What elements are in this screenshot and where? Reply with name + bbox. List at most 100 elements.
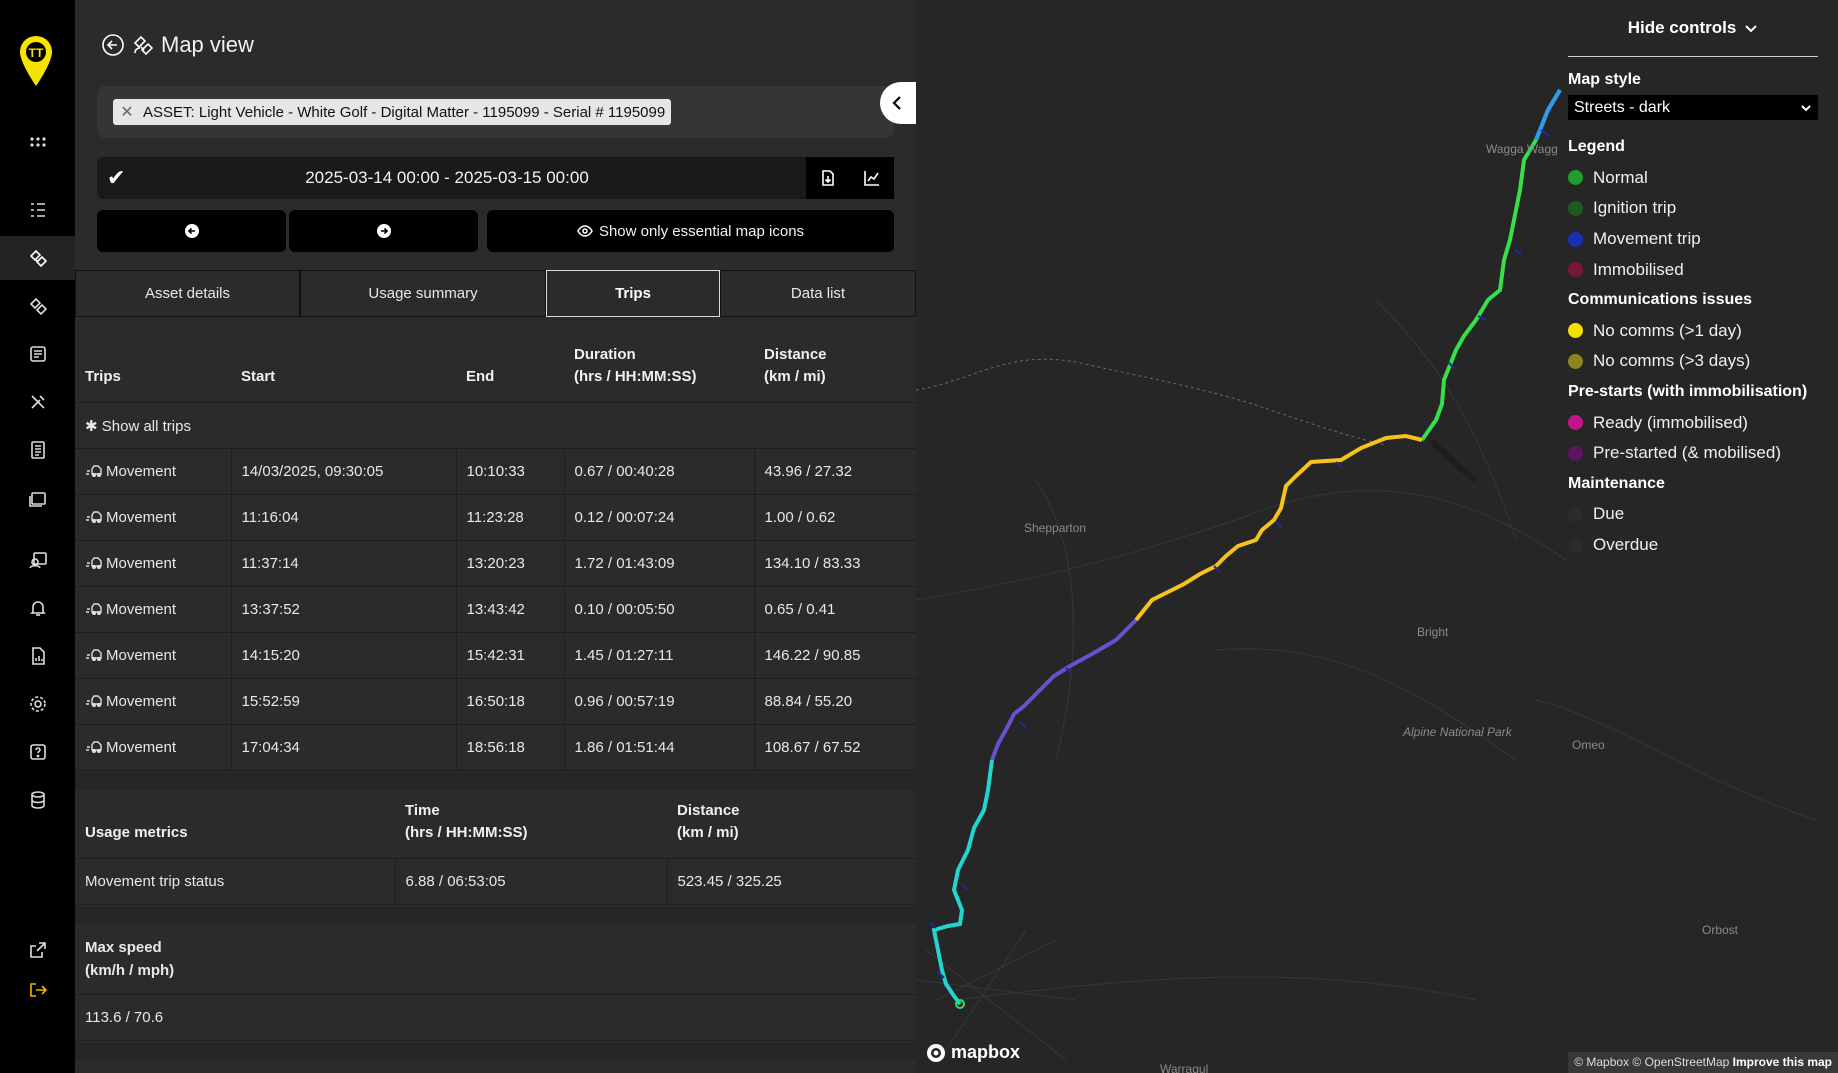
export-file-button[interactable]	[806, 157, 850, 199]
previous-period-button[interactable]	[97, 210, 286, 252]
date-range-bar[interactable]: ✔ 2025-03-14 00:00 - 2025-03-15 00:00	[97, 157, 894, 199]
external-link-icon[interactable]	[0, 928, 75, 972]
trip-start-cell: 15:52:59	[231, 678, 457, 725]
trip-distance-cell: 88.84 / 55.20	[754, 678, 916, 725]
chevron-left-icon	[892, 96, 901, 110]
trip-duration-cell: 1.86 / 01:51:44	[564, 724, 755, 771]
place-warragul: Warragul	[1160, 1062, 1209, 1073]
list-tree-icon[interactable]	[0, 188, 75, 232]
col-distance: Distance (km / mi)	[754, 334, 916, 403]
trip-distance-cell: 134.10 / 83.33	[754, 540, 916, 587]
tab-trips[interactable]: Trips	[546, 270, 720, 317]
legend-dot-icon	[1568, 262, 1583, 278]
tab-asset-details[interactable]: Asset details	[75, 270, 300, 317]
trip-end-cell: 16:50:18	[456, 678, 565, 725]
eye-icon	[577, 225, 593, 237]
col-usage-metrics: Usage metrics	[75, 790, 395, 859]
metrics-header-row: Usage metrics Time (hrs / HH:MM:SS) Dista…	[75, 790, 916, 859]
apps-grid-icon[interactable]	[0, 120, 75, 164]
date-range-value[interactable]: 2025-03-14 00:00 - 2025-03-15 00:00	[97, 168, 797, 188]
help-icon[interactable]	[0, 730, 75, 774]
col-end: End	[456, 334, 564, 403]
logout-icon[interactable]	[0, 968, 75, 1012]
section-divider	[75, 772, 916, 790]
table-row[interactable]: Movement 17:04:34 18:56:18 1.86 / 01:51:44 1…	[75, 724, 916, 771]
arrow-left-circle-icon[interactable]	[101, 33, 125, 57]
user-card-icon[interactable]	[0, 538, 75, 582]
database-icon[interactable]	[0, 778, 75, 822]
table-row[interactable]: Movement 11:16:04 11:23:28 0.12 / 00:07:24 1…	[75, 494, 916, 541]
map-controls: Hide controls Map style Streets - dark L…	[1568, 0, 1818, 560]
place-omeo: Omeo	[1572, 738, 1605, 752]
legend-dot-icon	[1568, 200, 1583, 216]
table-row[interactable]: Movement 15:52:59 16:50:18 0.96 / 00:57:19 8…	[75, 678, 916, 725]
report-icon[interactable]	[0, 634, 75, 678]
place-orbost: Orbost	[1702, 923, 1739, 937]
satellite-nav-icon[interactable]	[0, 284, 75, 328]
col-time: Time (hrs / HH:MM:SS)	[395, 790, 667, 859]
map-attribution: © Mapbox © OpenStreetMap Improve this ma…	[1568, 1052, 1838, 1073]
checklist-icon[interactable]	[0, 332, 75, 376]
place-bright: Bright	[1417, 625, 1449, 639]
gear-icon[interactable]	[0, 682, 75, 726]
tab-usage-summary[interactable]: Usage summary	[300, 270, 546, 317]
essential-icons-toggle[interactable]: Show only essential map icons	[487, 210, 894, 252]
remove-chip-icon[interactable]: ✕	[117, 102, 137, 122]
svg-text:TT: TT	[29, 46, 44, 60]
vehicle-movement-icon	[86, 649, 102, 661]
metric-label: Movement trip status	[75, 858, 396, 905]
tools-icon[interactable]	[0, 380, 75, 424]
vehicle-movement-icon	[86, 603, 102, 615]
trip-duration-cell: 0.12 / 00:07:24	[564, 494, 755, 541]
trip-type-cell: Movement	[75, 724, 232, 771]
map-canvas[interactable]: Wagga Wagg Shepparton Bright Alpine Nati…	[916, 0, 1838, 1073]
trip-duration-cell: 1.72 / 01:43:09	[564, 540, 755, 587]
trip-duration-cell: 0.67 / 00:40:28	[564, 448, 755, 495]
calendar-stack-icon[interactable]	[0, 476, 75, 520]
trip-duration-cell: 0.10 / 00:05:50	[564, 586, 755, 633]
essential-icons-label: Show only essential map icons	[598, 222, 805, 240]
col-metric-distance: Distance (km / mi)	[667, 790, 916, 859]
chart-button[interactable]	[850, 157, 894, 199]
document-list-icon[interactable]	[0, 428, 75, 472]
trip-start-cell: 11:16:04	[231, 494, 457, 541]
legend-dot-icon	[1568, 231, 1583, 247]
table-row: Movement trip status 6.88 / 06:53:05 523…	[75, 858, 916, 905]
arrow-right-circle-icon	[376, 224, 391, 238]
satellite-icon	[133, 35, 154, 56]
tab-data-list[interactable]: Data list	[720, 270, 916, 317]
legend-item: Ignition trip	[1568, 193, 1818, 224]
maintenance-legend-item: Due	[1568, 499, 1818, 530]
hide-controls-button[interactable]: Hide controls	[1568, 0, 1818, 57]
trip-end-cell: 13:20:23	[456, 540, 565, 587]
legend-dot-icon	[1568, 506, 1583, 522]
improve-map-link[interactable]: Improve this map	[1733, 1055, 1832, 1069]
legend-heading: Legend	[1568, 138, 1625, 156]
trip-end-cell: 13:43:42	[456, 586, 565, 633]
trip-distance-cell: 43.96 / 27.32	[754, 448, 916, 495]
trip-duration-cell: 0.96 / 00:57:19	[564, 678, 755, 725]
collapse-panel-button[interactable]	[880, 82, 916, 124]
trip-end-cell: 11:23:28	[456, 494, 565, 541]
table-row[interactable]: Movement 14:15:20 15:42:31 1.45 / 01:27:11 1…	[75, 632, 916, 679]
show-all-trips-label[interactable]: Show all trips	[102, 418, 191, 435]
app-logo[interactable]: TT	[20, 36, 52, 86]
legend-item: Movement trip	[1568, 224, 1818, 255]
table-row[interactable]: Movement 13:37:52 13:43:42 0.10 / 00:05:50 0…	[75, 586, 916, 633]
mapbox-icon	[927, 1043, 945, 1062]
trip-distance-cell: 1.00 / 0.62	[754, 494, 916, 541]
attribution-text[interactable]: © Mapbox © OpenStreetMap	[1574, 1055, 1729, 1069]
table-row[interactable]: Movement 11:37:14 13:20:23 1.72 / 01:43:09 1…	[75, 540, 916, 587]
mapbox-logo[interactable]: mapbox	[926, 1042, 1020, 1063]
table-row[interactable]: Movement 14/03/2025, 09:30:05 10:10:33 0.67…	[75, 448, 916, 495]
hide-controls-label: Hide controls	[1627, 18, 1737, 37]
map-style-select[interactable]: Streets - dark	[1568, 95, 1818, 120]
map-view-nav-icon[interactable]	[0, 236, 75, 280]
bell-icon[interactable]	[0, 586, 75, 630]
next-period-button[interactable]	[289, 210, 478, 252]
place-wagga: Wagga Wagg	[1486, 142, 1558, 156]
prestart-legend-item: Ready (immobilised)	[1568, 407, 1818, 438]
trip-duration-cell: 1.45 / 01:27:11	[564, 632, 755, 679]
asset-filter-bar[interactable]: ✕ ASSET: Light Vehicle - White Golf - Di…	[97, 86, 894, 138]
show-all-trips-row[interactable]: ✱ Show all trips	[75, 402, 916, 449]
